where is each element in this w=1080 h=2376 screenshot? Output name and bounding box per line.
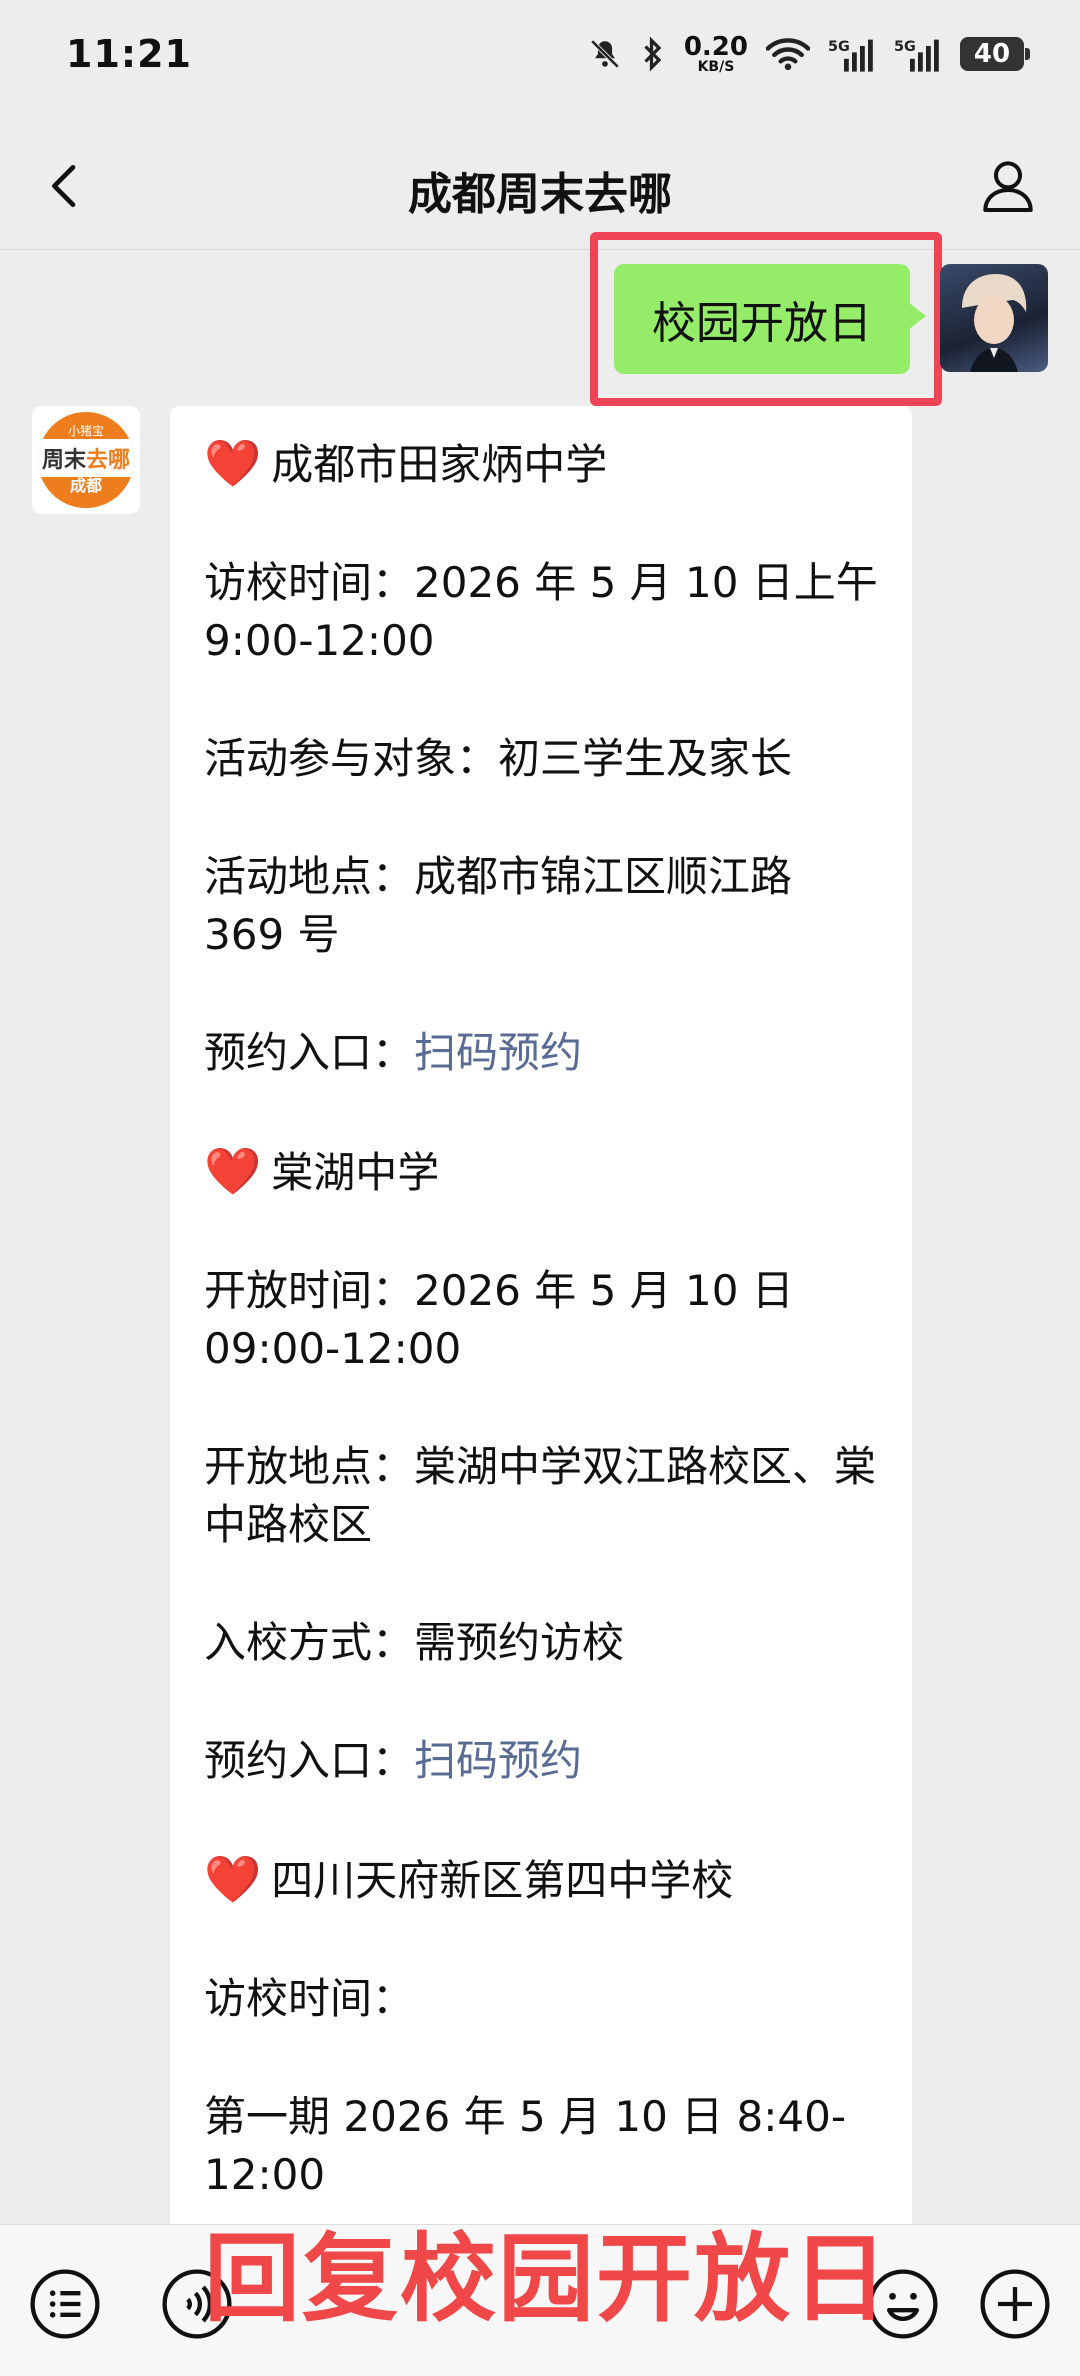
reply-message-bubble[interactable]: ❤️ 成都市田家炳中学 访校时间：2026 年 5 月 10 日上午 9:00-1… xyxy=(170,406,912,2236)
school-title: ❤️ 四川天府新区第四中学校 xyxy=(204,1852,734,1906)
booking-row: 预约入口：扫码预约 xyxy=(204,1736,583,1785)
add-icon[interactable] xyxy=(978,2267,1052,2341)
location: 开放地点：棠湖中学双江路校区、棠中路校区 xyxy=(204,1442,877,1549)
svg-text:5G: 5G xyxy=(828,39,850,55)
booking-link[interactable]: 扫码预约 xyxy=(414,1028,582,1077)
menu-list-icon[interactable] xyxy=(28,2267,102,2341)
heart-icon: ❤️ xyxy=(204,1144,262,1198)
status-bar: 11:21 0.20 KB/S 5G 5G 40 xyxy=(0,0,1080,120)
chat-title: 成都周末去哪 xyxy=(408,169,672,220)
network-speed: 0.20 KB/S xyxy=(683,32,748,75)
heart-icon: ❤️ xyxy=(204,1852,262,1906)
phase-one-time: 第一期 2026 年 5 月 10 日 8:40-12:00 xyxy=(204,2092,846,2199)
reply-keyword-overlay: 回复校园开放日 xyxy=(204,2223,890,2335)
svg-text:5G: 5G xyxy=(894,39,916,55)
visit-time: 访校时间：2026 年 5 月 10 日上午 9:00-12:00 xyxy=(204,558,878,665)
account-logo: 小猪宝 周末去哪 成都 xyxy=(38,412,134,508)
my-avatar[interactable] xyxy=(940,264,1048,372)
avatar-portrait xyxy=(962,274,1027,372)
audience: 活动参与对象：初三学生及家长 xyxy=(204,734,793,783)
school-title: ❤️ 棠湖中学 xyxy=(204,1144,440,1198)
signal-icon-1: 5G xyxy=(828,39,873,72)
entry-method: 入校方式：需预约访校 xyxy=(204,1618,625,1667)
user-profile-icon[interactable] xyxy=(976,154,1040,218)
account-avatar[interactable]: 小猪宝 周末去哪 成都 xyxy=(32,406,140,514)
chat-header: 成都周末去哪 xyxy=(0,120,1080,250)
status-time: 11:21 xyxy=(66,32,192,76)
heart-icon: ❤️ xyxy=(204,436,262,490)
battery-indicator: 40 xyxy=(960,37,1030,71)
location: 活动地点：成都市锦江区顺江路 369 号 xyxy=(204,852,793,959)
visit-time-label: 访校时间： xyxy=(204,1974,415,2023)
school-title: ❤️ 成都市田家炳中学 xyxy=(204,436,608,490)
wifi-icon xyxy=(766,38,810,71)
signal-icon-2: 5G xyxy=(894,39,939,72)
mute-icon xyxy=(590,39,620,69)
booking-link[interactable]: 扫码预约 xyxy=(414,1736,582,1785)
booking-row: 预约入口：扫码预约 xyxy=(204,1028,583,1077)
status-icons: 0.20 KB/S 5G 5G 40 xyxy=(588,32,1030,75)
sent-message-bubble[interactable]: 校园开放日 xyxy=(614,264,926,374)
bluetooth-icon xyxy=(644,36,662,72)
open-time: 开放时间：2026 年 5 月 10 日 09:00-12:00 xyxy=(204,1266,794,1373)
